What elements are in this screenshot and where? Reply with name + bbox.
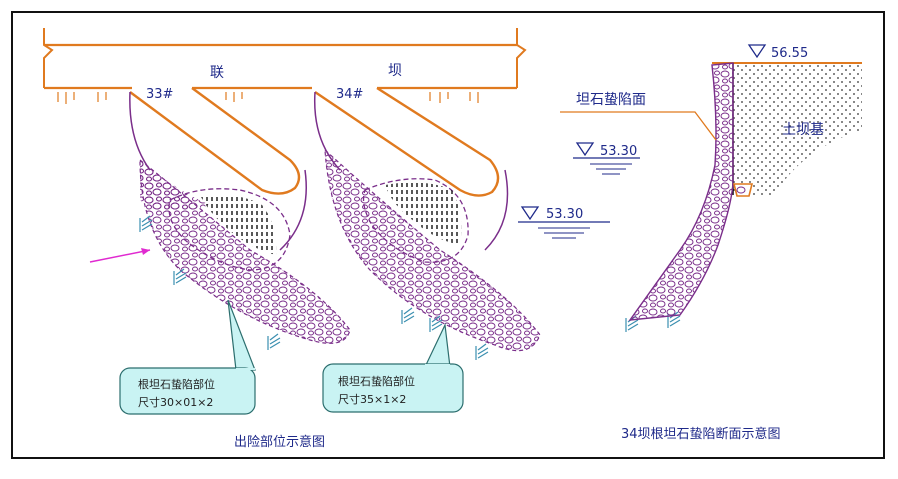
water-level-53-lower-label: 53.30 xyxy=(546,207,583,222)
diagram-frame: 联 坝 33# 34# 根坦石蛰陷部位 尺寸30×01×2 根坦石蛰陷部位 尺寸… xyxy=(0,0,898,475)
collapse-face-label: 坦石蛰陷面 xyxy=(576,92,646,108)
callout-33-line1: 根坦石蛰陷部位 xyxy=(138,377,215,391)
caption-right: 34坝根坦石蛰陷断面示意图 xyxy=(621,426,781,442)
groyne-34-label: 34# xyxy=(336,87,363,102)
water-level-56-label: 56.55 xyxy=(771,46,808,61)
groyne-33-label: 33# xyxy=(146,87,173,102)
earth-core-label: 土坝基 xyxy=(782,121,824,138)
caption-left: 出险部位示意图 xyxy=(234,434,325,450)
callout-33-line2: 尺寸30×01×2 xyxy=(138,395,213,409)
dam-title-char-2: 坝 xyxy=(388,63,402,79)
water-level-53-upper-label: 53.30 xyxy=(600,144,637,159)
callout-34-line1: 根坦石蛰陷部位 xyxy=(338,374,415,388)
dam-title-char-1: 联 xyxy=(210,65,224,81)
diagram-canvas: 联 坝 33# 34# 根坦石蛰陷部位 尺寸30×01×2 根坦石蛰陷部位 尺寸… xyxy=(11,11,885,459)
callout-34-line2: 尺寸35×1×2 xyxy=(338,392,406,406)
